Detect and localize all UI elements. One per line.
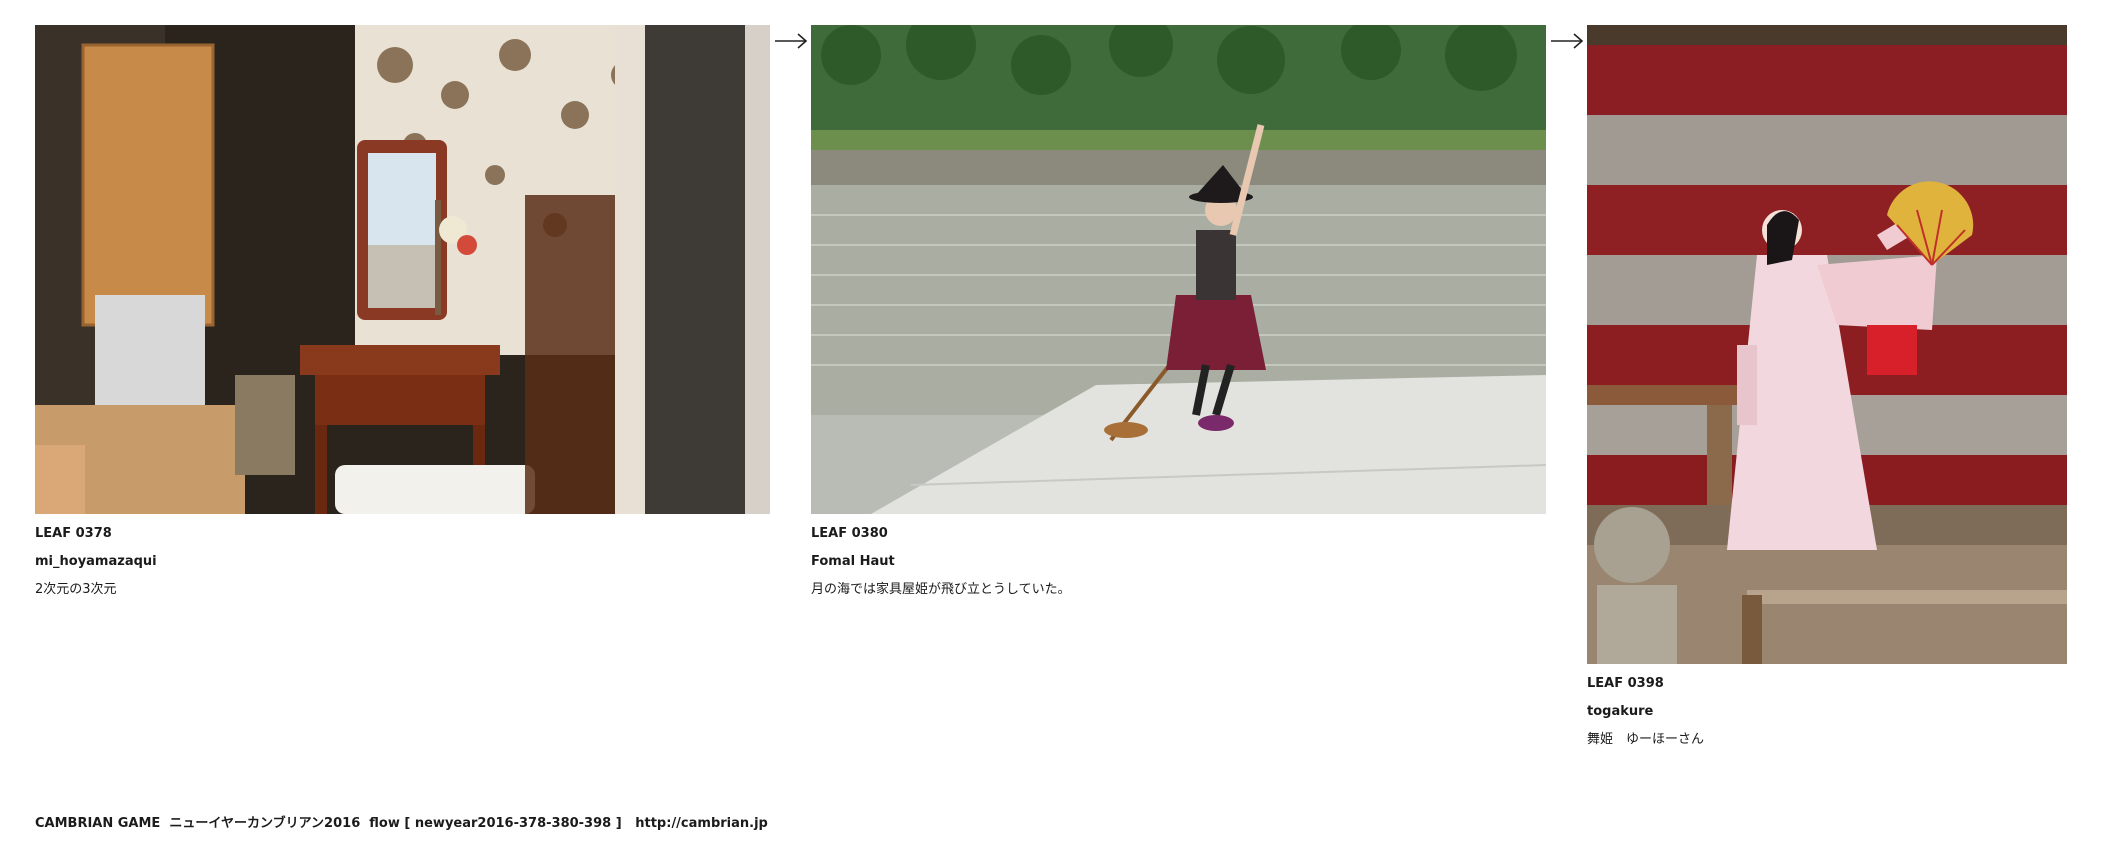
footer-credit: CAMBRIAN GAME ニューイヤーカンブリアン2016 flow [ ne… bbox=[35, 812, 768, 831]
leaf-photo[interactable] bbox=[1587, 25, 2067, 664]
footer-link[interactable]: http://cambrian.jp bbox=[635, 816, 768, 831]
leaf-code[interactable]: LEAF 0398 bbox=[1587, 670, 2067, 698]
right-arrow-icon bbox=[1551, 33, 1584, 49]
leaf-code[interactable]: LEAF 0378 bbox=[35, 520, 770, 548]
leaf-card: LEAF 0378 mi_hoyamazaqui 2次元の3次元 bbox=[35, 25, 770, 604]
leaf-author[interactable]: Fomal Haut bbox=[811, 548, 1546, 576]
leaf-card: LEAF 0398 togakure 舞姫 ゆーほーさん bbox=[1587, 25, 2067, 754]
leaf-author[interactable]: mi_hoyamazaqui bbox=[35, 548, 770, 576]
footer-text: CAMBRIAN GAME ニューイヤーカンブリアン2016 flow [ ne… bbox=[35, 816, 636, 831]
leaf-photo[interactable] bbox=[811, 25, 1546, 514]
leaf-comment: 月の海では家具屋姫が飛び立とうしていた。 bbox=[811, 582, 1071, 597]
leaf-card: LEAF 0380 Fomal Haut 月の海では家具屋姫が飛び立とうしていた… bbox=[811, 25, 1546, 604]
leaf-code[interactable]: LEAF 0380 bbox=[811, 520, 1546, 548]
leaf-comment: 舞姫 ゆーほーさん bbox=[1587, 732, 1705, 747]
furniture-shop-window-photo bbox=[35, 25, 770, 514]
leaf-author[interactable]: togakure bbox=[1587, 698, 2067, 726]
right-arrow-icon bbox=[775, 33, 808, 49]
leaf-comment: 2次元の3次元 bbox=[35, 582, 117, 597]
witch-on-pier-photo bbox=[811, 25, 1546, 514]
leaf-photo[interactable] bbox=[35, 25, 770, 514]
dancer-on-stage-photo bbox=[1587, 25, 2067, 664]
